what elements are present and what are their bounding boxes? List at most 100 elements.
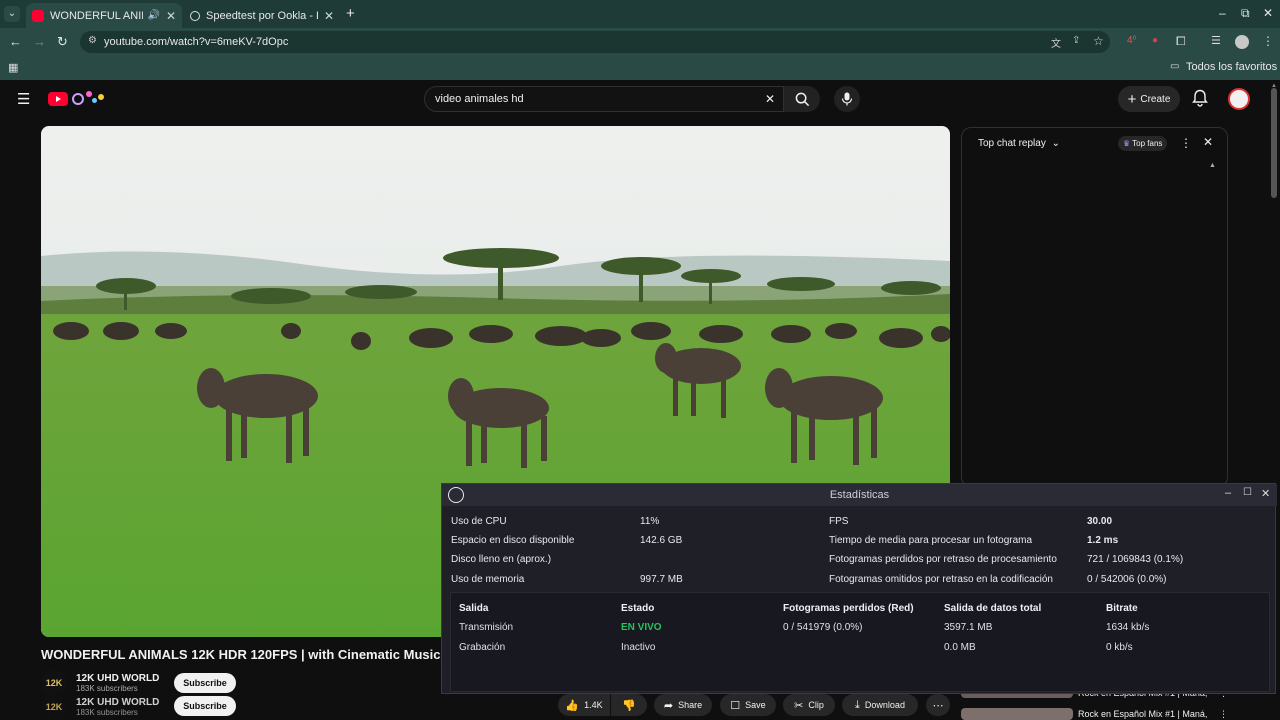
top-fans-badge[interactable]: ♛ Top fans xyxy=(1118,136,1168,151)
profile-avatar[interactable] xyxy=(1235,35,1249,49)
save-button[interactable]: ☐ Save xyxy=(720,694,776,716)
back-icon[interactable]: ← xyxy=(9,34,22,49)
extension-icon[interactable]: 4⁰ xyxy=(1127,35,1137,46)
stat-value: 142.6 GB xyxy=(640,535,683,546)
bookmark-star-icon[interactable]: ☆ xyxy=(1093,34,1104,48)
output-name: Grabación xyxy=(459,642,506,653)
outputs-table: Salida Estado Fotogramas perdidos (Red) … xyxy=(450,592,1270,692)
share-button[interactable]: ➦ Share xyxy=(654,694,712,716)
channel-name[interactable]: 12K UHD WORLD xyxy=(76,673,159,684)
top-fans-label: Top fans xyxy=(1132,139,1163,148)
chat-title: Top chat replay xyxy=(978,137,1046,149)
tab-title: WONDERFUL ANIMALS 12K HDR 120FPS | with … xyxy=(50,9,143,22)
subscribe-button[interactable]: Subscribe xyxy=(174,673,236,693)
install-app-icon[interactable]: ⇪ xyxy=(1072,35,1080,46)
download-button[interactable]: ⤓ Download xyxy=(842,694,918,716)
more-icon: ⋯ xyxy=(932,699,944,712)
close-window-icon[interactable]: ✕ xyxy=(1263,6,1273,20)
clip-label: Clip xyxy=(808,700,824,710)
stat-label: FPS xyxy=(829,516,849,527)
create-button[interactable]: + Create xyxy=(1118,86,1180,112)
new-tab-button[interactable]: + xyxy=(346,5,355,22)
voice-search-button[interactable] xyxy=(834,86,860,112)
extensions-puzzle-icon[interactable]: ⧠ xyxy=(1176,34,1186,49)
save-label: Save xyxy=(745,700,766,710)
translate-icon[interactable]: 文 xyxy=(1051,35,1061,50)
subscriber-count: 183K subscribers xyxy=(76,708,138,717)
like-button[interactable]: 👍 1.4K xyxy=(558,694,610,716)
search-input[interactable] xyxy=(435,93,735,105)
reload-icon[interactable]: ↻ xyxy=(57,34,68,50)
column-header: Fotogramas perdidos (Red) xyxy=(783,603,914,614)
clear-search-icon[interactable]: ✕ xyxy=(765,92,775,106)
restore-icon[interactable]: ⧉ xyxy=(1241,6,1250,21)
youtube-favicon-icon xyxy=(32,9,44,22)
obs-minimize-icon[interactable]: – xyxy=(1225,487,1231,499)
channel-name[interactable]: 12K UHD WORLD xyxy=(76,697,159,708)
doodle-logo[interactable] xyxy=(72,90,106,108)
extension-icon[interactable]: ● xyxy=(1152,35,1158,46)
thumbs-down-icon: 👎 xyxy=(622,699,636,712)
tab-speedtest[interactable]: Speedtest por Ookla - La prueba de veloc… xyxy=(184,3,340,28)
total-output: 3597.1 MB xyxy=(944,622,993,633)
close-tab-icon[interactable]: ✕ xyxy=(324,9,334,23)
more-actions-button[interactable]: ⋯ xyxy=(926,694,950,716)
related-more-icon[interactable]: ⋮ xyxy=(1219,709,1228,720)
status-inactive: Inactivo xyxy=(621,642,656,653)
notifications-bell-icon[interactable] xyxy=(1192,89,1208,112)
video-title: WONDERFUL ANIMALS 12K HDR 120FPS | with … xyxy=(41,647,441,662)
stat-value: 30.00 xyxy=(1087,516,1113,527)
create-label: Create xyxy=(1140,93,1171,105)
save-icon: ☐ xyxy=(730,699,741,712)
obs-close-icon[interactable]: ✕ xyxy=(1261,487,1270,500)
related-title[interactable]: Rock en Español Mix #1 | Maná, xyxy=(1078,709,1207,719)
chat-header: Top chat replay ⌄ ♛ Top fans ⋮ ✕ xyxy=(962,128,1227,158)
account-avatar[interactable] xyxy=(1228,88,1250,110)
share-label: Share xyxy=(678,700,703,710)
channel-avatar[interactable]: 12K xyxy=(41,694,67,720)
column-header: Salida xyxy=(459,603,489,614)
subscribe-button[interactable]: Subscribe xyxy=(174,696,236,716)
forward-icon[interactable]: → xyxy=(33,34,46,49)
clip-button[interactable]: ✂ Clip xyxy=(783,694,835,716)
chevron-down-icon: ⌄ xyxy=(1051,137,1060,149)
youtube-logo[interactable] xyxy=(48,92,68,106)
chat-close-icon[interactable]: ✕ xyxy=(1203,135,1213,149)
column-header: Bitrate xyxy=(1106,603,1138,614)
share-icon: ➦ xyxy=(663,699,674,712)
column-header: Salida de datos total xyxy=(944,603,1042,614)
chat-scroll-up-icon[interactable]: ▲ xyxy=(1209,162,1216,169)
obs-window-title: Estadísticas xyxy=(829,489,890,501)
stat-value: 997.7 MB xyxy=(640,574,683,585)
total-output: 0.0 MB xyxy=(944,642,976,653)
speaker-icon[interactable]: 🔊 xyxy=(147,10,159,21)
search-button[interactable] xyxy=(784,86,820,112)
like-count: 1.4K xyxy=(584,700,603,710)
chat-mode-dropdown[interactable]: Top chat replay ⌄ xyxy=(978,138,1060,149)
apps-grid-icon[interactable]: ▦ xyxy=(8,61,18,74)
site-info-icon[interactable]: ⚙ xyxy=(88,35,97,46)
obs-maximize-icon[interactable]: ☐ xyxy=(1243,487,1252,498)
page-scrollbar[interactable] xyxy=(1271,88,1277,198)
channel-info-duplicate[interactable]: 12K 12K UHD WORLD 183K subscribers xyxy=(41,694,159,720)
stat-value: 721 / 1069843 (0.1%) xyxy=(1087,554,1184,565)
all-bookmarks-link[interactable]: Todos los favoritos xyxy=(1186,61,1277,73)
tab-search-button[interactable]: ⌄ xyxy=(4,6,20,22)
crown-icon: ♛ xyxy=(1123,139,1131,148)
tab-strip: ⌄ WONDERFUL ANIMALS 12K HDR 120FPS | wit… xyxy=(0,0,1280,28)
chat-more-icon[interactable]: ⋮ xyxy=(1180,136,1192,150)
minimize-icon[interactable]: – xyxy=(1219,6,1226,20)
stat-label: Tiempo de media para procesar un fotogra… xyxy=(829,535,1033,546)
search-icon xyxy=(795,92,809,106)
hamburger-menu-icon[interactable]: ☰ xyxy=(17,90,30,108)
address-bar[interactable]: ⚙ youtube.com/watch?v=6meKV-7dOpc 文 ⇪ ☆ xyxy=(80,31,1110,53)
channel-avatar[interactable]: 12K xyxy=(41,670,67,696)
channel-info[interactable]: 12K 12K UHD WORLD 183K subscribers xyxy=(41,670,159,696)
scroll-up-arrow-icon[interactable]: ▲ xyxy=(1271,83,1277,89)
tab-youtube[interactable]: WONDERFUL ANIMALS 12K HDR 120FPS | with … xyxy=(26,3,182,28)
dislike-button[interactable]: 👎 xyxy=(611,694,647,716)
browser-menu-icon[interactable]: ⋮ xyxy=(1262,34,1274,48)
close-tab-icon[interactable]: ✕ xyxy=(166,9,176,23)
related-thumbnail[interactable] xyxy=(961,708,1073,720)
media-controls-icon[interactable]: ☰ xyxy=(1211,34,1221,47)
